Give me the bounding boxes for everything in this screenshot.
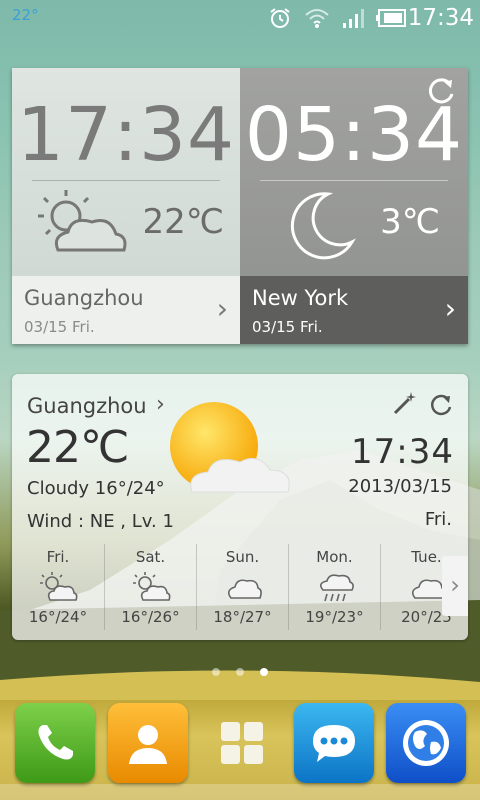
- signal-icon: [343, 9, 364, 28]
- home-date: 03/15 Fri.: [24, 318, 95, 336]
- page-dot: [212, 668, 220, 676]
- forecast-day[interactable]: Sat. 16°/26°: [104, 544, 196, 630]
- widget-day: Fri.: [424, 509, 452, 530]
- battery-icon: [376, 9, 406, 27]
- messaging-icon: [313, 725, 355, 762]
- status-bar: 22° 17:34: [0, 0, 480, 38]
- remote-city-footer[interactable]: New York 03/15 Fri. ›: [240, 276, 468, 344]
- forecast-day-label: Fri.: [46, 548, 70, 566]
- page-indicator: [0, 668, 480, 676]
- messaging-app-button[interactable]: [294, 703, 374, 783]
- home-city-name: Guangzhou: [24, 286, 144, 310]
- browser-app-button[interactable]: [386, 703, 466, 783]
- all-apps-icon: [221, 722, 263, 764]
- phone-icon: [38, 725, 73, 760]
- home-city-panel[interactable]: 17:34 22℃ Guangzhou 03/15 Fri. ›: [12, 68, 240, 344]
- wifi-icon: [305, 9, 329, 28]
- divider: [32, 180, 220, 181]
- weather-widget[interactable]: Guangzhou › 22℃ Cloudy 16°/24° Wind : NE…: [12, 374, 468, 640]
- refresh-icon[interactable]: [428, 392, 454, 418]
- forecast-next-button[interactable]: ›: [442, 556, 468, 616]
- forecast-day[interactable]: Fri. 16°/24°: [12, 544, 104, 630]
- moon-icon: [290, 192, 356, 260]
- partly-cloudy-icon: [40, 572, 78, 601]
- forecast-day[interactable]: Sun. 18°/27°: [196, 544, 288, 630]
- forecast-range: 19°/23°: [305, 608, 364, 626]
- widget-date: 2013/03/15: [348, 476, 452, 497]
- remote-city-panel[interactable]: 05:34 3℃ New York 03/15 Fri. ›: [240, 68, 468, 344]
- page-dot: [236, 668, 244, 676]
- current-temperature: 22℃: [26, 422, 129, 473]
- wind-info: Wind : NE , Lv. 1: [27, 511, 174, 532]
- chevron-right-icon[interactable]: ›: [445, 292, 456, 325]
- magic-wand-icon[interactable]: [392, 390, 418, 416]
- rain-icon: [319, 574, 354, 602]
- contacts-icon: [129, 725, 167, 764]
- status-icons: [268, 6, 406, 30]
- browser-icon: [403, 720, 449, 766]
- cloudy-icon: [411, 579, 446, 599]
- sun-cloud-icon: [170, 402, 290, 493]
- contacts-app-button[interactable]: [108, 703, 188, 783]
- all-apps-button[interactable]: [202, 703, 282, 783]
- weather-condition: Cloudy 16°/24°: [27, 478, 165, 499]
- remote-city-name: New York: [252, 286, 349, 310]
- forecast-range: 16°/24°: [28, 608, 88, 626]
- page-dot-active: [260, 668, 268, 676]
- forecast-strip[interactable]: Fri. 16°/24° Sat. 16°/26° Sun. 18°/27° M…: [12, 544, 468, 630]
- forecast-range: 18°/27°: [213, 608, 272, 626]
- forecast-day-label: Sat.: [135, 548, 166, 566]
- divider: [260, 180, 448, 181]
- forecast-day-label: Mon.: [316, 548, 353, 566]
- status-temperature: 22°: [12, 6, 39, 24]
- remote-time: 05:34: [244, 92, 464, 178]
- partly-cloudy-icon: [132, 572, 170, 601]
- phone-app-button[interactable]: [15, 703, 95, 783]
- dock: [0, 700, 480, 800]
- forecast-day[interactable]: Mon. 19°/23°: [288, 544, 380, 630]
- weather-city[interactable]: Guangzhou: [27, 394, 147, 418]
- forecast-day-label: Sun.: [225, 548, 260, 566]
- dock-shelf: [0, 784, 480, 800]
- status-clock: 17:34: [407, 5, 474, 31]
- dual-clock-widget[interactable]: 17:34 22℃ Guangzhou 03/15 Fri. › 05:34 3…: [12, 68, 468, 344]
- forecast-range: 16°/26°: [121, 608, 180, 626]
- home-city-footer[interactable]: Guangzhou 03/15 Fri. ›: [12, 276, 240, 344]
- home-time: 17:34: [16, 92, 236, 178]
- remote-date: 03/15 Fri.: [252, 318, 323, 336]
- chevron-right-icon[interactable]: ›: [217, 292, 228, 325]
- remote-temperature: 3℃: [380, 202, 440, 242]
- cloudy-icon: [227, 579, 262, 599]
- alarm-icon: [270, 8, 290, 28]
- partly-cloudy-icon: [38, 190, 127, 252]
- widget-time: 17:34: [351, 432, 454, 472]
- home-temperature: 22℃: [142, 202, 224, 242]
